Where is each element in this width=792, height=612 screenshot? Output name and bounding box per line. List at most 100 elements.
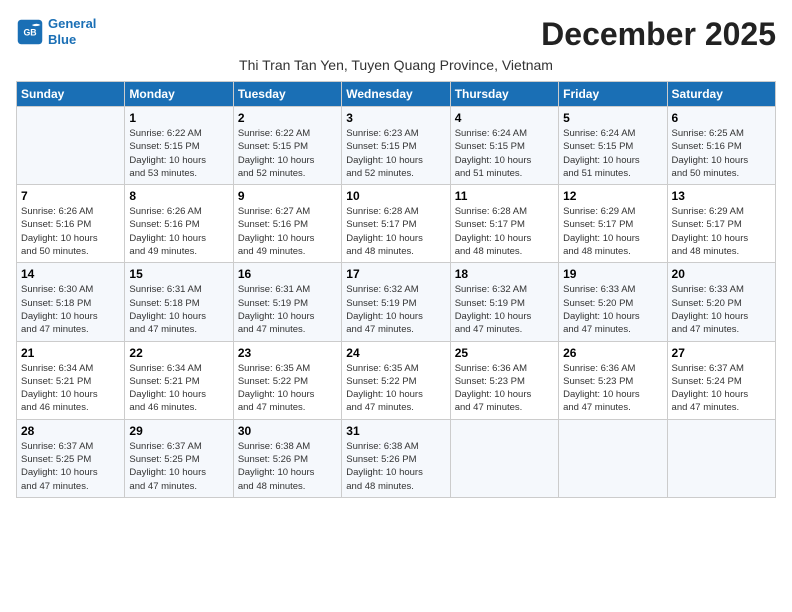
calendar-cell: 13 Sunrise: 6:29 AMSunset: 5:17 PMDayligh… [667,185,775,263]
day-header-sunday: Sunday [17,82,125,107]
calendar-cell: 1 Sunrise: 6:22 AMSunset: 5:15 PMDaylight… [125,107,233,185]
day-number: 27 [672,346,771,360]
calendar-cell: 2Sunrise: 6:22 AMSunset: 5:15 PMDaylight… [233,107,341,185]
day-number: 18 [455,267,554,281]
day-number: 4 [455,111,554,125]
day-number: 13 [672,189,771,203]
day-info: Sunrise: 6:28 AMSunset: 5:17 PMDaylight:… [346,205,445,258]
calendar-cell: 28Sunrise: 6:37 AMSunset: 5:25 PMDayligh… [17,419,125,497]
calendar-cell: 29 Sunrise: 6:37 AMSunset: 5:25 PMDayligh… [125,419,233,497]
calendar-week-4: 21 Sunrise: 6:34 AMSunset: 5:21 PMDayligh… [17,341,776,419]
day-number: 29 [129,424,228,438]
day-number: 6 [672,111,771,125]
day-info: Sunrise: 6:31 AMSunset: 5:18 PMDaylight:… [129,283,228,336]
day-number: 23 [238,346,337,360]
calendar-cell [17,107,125,185]
calendar-cell: 9Sunrise: 6:27 AMSunset: 5:16 PMDaylight… [233,185,341,263]
day-number: 8 [129,189,228,203]
calendar-cell: 24Sunrise: 6:35 AMSunset: 5:22 PMDayligh… [342,341,450,419]
day-info: Sunrise: 6:33 AMSunset: 5:20 PMDaylight:… [672,283,771,336]
day-number: 2 [238,111,337,125]
day-header-wednesday: Wednesday [342,82,450,107]
day-info: Sunrise: 6:26 AMSunset: 5:16 PMDaylight:… [21,205,120,258]
calendar-cell [450,419,558,497]
calendar-cell: 17 Sunrise: 6:32 AMSunset: 5:19 PMDayligh… [342,263,450,341]
day-info: Sunrise: 6:30 AMSunset: 5:18 PMDaylight:… [21,283,120,336]
day-info: Sunrise: 6:36 AMSunset: 5:23 PMDaylight:… [455,362,554,415]
calendar-cell: 14 Sunrise: 6:30 AMSunset: 5:18 PMDayligh… [17,263,125,341]
day-number: 1 [129,111,228,125]
logo-line2: Blue [48,32,76,47]
calendar-cell: 18 Sunrise: 6:32 AMSunset: 5:19 PMDayligh… [450,263,558,341]
calendar-cell: 7 Sunrise: 6:26 AMSunset: 5:16 PMDaylight… [17,185,125,263]
calendar-cell: 15 Sunrise: 6:31 AMSunset: 5:18 PMDayligh… [125,263,233,341]
day-number: 11 [455,189,554,203]
calendar-week-5: 28Sunrise: 6:37 AMSunset: 5:25 PMDayligh… [17,419,776,497]
day-number: 24 [346,346,445,360]
calendar-cell: 6 Sunrise: 6:25 AMSunset: 5:16 PMDaylight… [667,107,775,185]
svg-text:GB: GB [23,27,36,37]
calendar-body: 1 Sunrise: 6:22 AMSunset: 5:15 PMDaylight… [17,107,776,498]
day-header-monday: Monday [125,82,233,107]
calendar-cell: 26Sunrise: 6:36 AMSunset: 5:23 PMDayligh… [559,341,667,419]
day-info: Sunrise: 6:37 AMSunset: 5:25 PMDaylight:… [129,440,228,493]
calendar-cell: 10Sunrise: 6:28 AMSunset: 5:17 PMDayligh… [342,185,450,263]
calendar-cell: 4Sunrise: 6:24 AMSunset: 5:15 PMDaylight… [450,107,558,185]
calendar-cell: 8 Sunrise: 6:26 AMSunset: 5:16 PMDaylight… [125,185,233,263]
calendar-week-2: 7 Sunrise: 6:26 AMSunset: 5:16 PMDaylight… [17,185,776,263]
day-info: Sunrise: 6:29 AMSunset: 5:17 PMDaylight:… [563,205,662,258]
day-header-tuesday: Tuesday [233,82,341,107]
day-info: Sunrise: 6:24 AMSunset: 5:15 PMDaylight:… [563,127,662,180]
day-info: Sunrise: 6:33 AMSunset: 5:20 PMDaylight:… [563,283,662,336]
calendar-week-3: 14 Sunrise: 6:30 AMSunset: 5:18 PMDayligh… [17,263,776,341]
day-number: 19 [563,267,662,281]
day-info: Sunrise: 6:38 AMSunset: 5:26 PMDaylight:… [238,440,337,493]
day-number: 20 [672,267,771,281]
calendar-cell: 22 Sunrise: 6:34 AMSunset: 5:21 PMDayligh… [125,341,233,419]
calendar-cell: 3Sunrise: 6:23 AMSunset: 5:15 PMDaylight… [342,107,450,185]
day-number: 31 [346,424,445,438]
day-number: 7 [21,189,120,203]
calendar-cell: 19 Sunrise: 6:33 AMSunset: 5:20 PMDayligh… [559,263,667,341]
day-info: Sunrise: 6:34 AMSunset: 5:21 PMDaylight:… [21,362,120,415]
day-number: 22 [129,346,228,360]
day-info: Sunrise: 6:35 AMSunset: 5:22 PMDaylight:… [238,362,337,415]
day-info: Sunrise: 6:26 AMSunset: 5:16 PMDaylight:… [129,205,228,258]
day-header-friday: Friday [559,82,667,107]
calendar-cell: 31Sunrise: 6:38 AMSunset: 5:26 PMDayligh… [342,419,450,497]
calendar-cell: 11Sunrise: 6:28 AMSunset: 5:17 PMDayligh… [450,185,558,263]
calendar-cell: 12 Sunrise: 6:29 AMSunset: 5:17 PMDayligh… [559,185,667,263]
calendar-cell [559,419,667,497]
day-info: Sunrise: 6:32 AMSunset: 5:19 PMDaylight:… [455,283,554,336]
day-number: 15 [129,267,228,281]
day-number: 12 [563,189,662,203]
day-info: Sunrise: 6:29 AMSunset: 5:17 PMDaylight:… [672,205,771,258]
day-info: Sunrise: 6:22 AMSunset: 5:15 PMDaylight:… [129,127,228,180]
calendar-week-1: 1 Sunrise: 6:22 AMSunset: 5:15 PMDaylight… [17,107,776,185]
calendar-cell: 21 Sunrise: 6:34 AMSunset: 5:21 PMDayligh… [17,341,125,419]
day-info: Sunrise: 6:23 AMSunset: 5:15 PMDaylight:… [346,127,445,180]
day-number: 9 [238,189,337,203]
day-info: Sunrise: 6:37 AMSunset: 5:24 PMDaylight:… [672,362,771,415]
day-number: 21 [21,346,120,360]
day-info: Sunrise: 6:32 AMSunset: 5:19 PMDaylight:… [346,283,445,336]
day-number: 5 [563,111,662,125]
calendar-cell: 16 Sunrise: 6:31 AMSunset: 5:19 PMDayligh… [233,263,341,341]
day-number: 14 [21,267,120,281]
calendar-cell: 23 Sunrise: 6:35 AMSunset: 5:22 PMDayligh… [233,341,341,419]
day-number: 25 [455,346,554,360]
day-info: Sunrise: 6:37 AMSunset: 5:25 PMDaylight:… [21,440,120,493]
day-info: Sunrise: 6:31 AMSunset: 5:19 PMDaylight:… [238,283,337,336]
calendar-cell [667,419,775,497]
day-info: Sunrise: 6:25 AMSunset: 5:16 PMDaylight:… [672,127,771,180]
calendar-table: SundayMondayTuesdayWednesdayThursdayFrid… [16,81,776,498]
calendar-cell: 5 Sunrise: 6:24 AMSunset: 5:15 PMDaylight… [559,107,667,185]
subtitle: Thi Tran Tan Yen, Tuyen Quang Province, … [16,57,776,73]
day-number: 16 [238,267,337,281]
day-info: Sunrise: 6:34 AMSunset: 5:21 PMDaylight:… [129,362,228,415]
logo-text: General Blue [48,16,96,47]
month-title: December 2025 [541,16,776,53]
logo: GB General Blue [16,16,96,47]
logo-line1: General [48,16,96,31]
day-number: 17 [346,267,445,281]
